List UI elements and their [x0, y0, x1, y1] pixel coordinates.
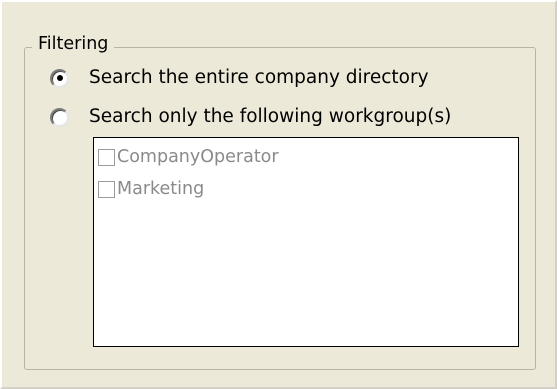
radio-button-icon[interactable]	[50, 107, 69, 127]
workgroup-item-label: CompanyOperator	[117, 147, 279, 167]
checkbox-icon[interactable]	[98, 148, 115, 166]
workgroup-item-marketing[interactable]: Marketing	[98, 176, 204, 202]
radio-entire-directory[interactable]: Search the entire company directory	[50, 64, 429, 92]
radio-selected-dot	[56, 75, 63, 81]
workgroup-item-label: Marketing	[117, 179, 205, 199]
radio-button-icon[interactable]	[50, 68, 69, 88]
radio-entire-directory-label[interactable]: Search the entire company directory	[89, 66, 429, 90]
workgroup-listbox[interactable]: CompanyOperator Marketing	[93, 137, 519, 347]
filtering-legend: Filtering	[32, 32, 115, 56]
checkbox-icon[interactable]	[98, 180, 115, 198]
radio-following-workgroups-label[interactable]: Search only the following workgroup(s)	[89, 105, 451, 129]
workgroup-item-companyoperator[interactable]: CompanyOperator	[98, 144, 279, 170]
dialog-panel: Filtering Search the entire company dire…	[0, 0, 557, 389]
radio-following-workgroups[interactable]: Search only the following workgroup(s)	[50, 103, 451, 131]
